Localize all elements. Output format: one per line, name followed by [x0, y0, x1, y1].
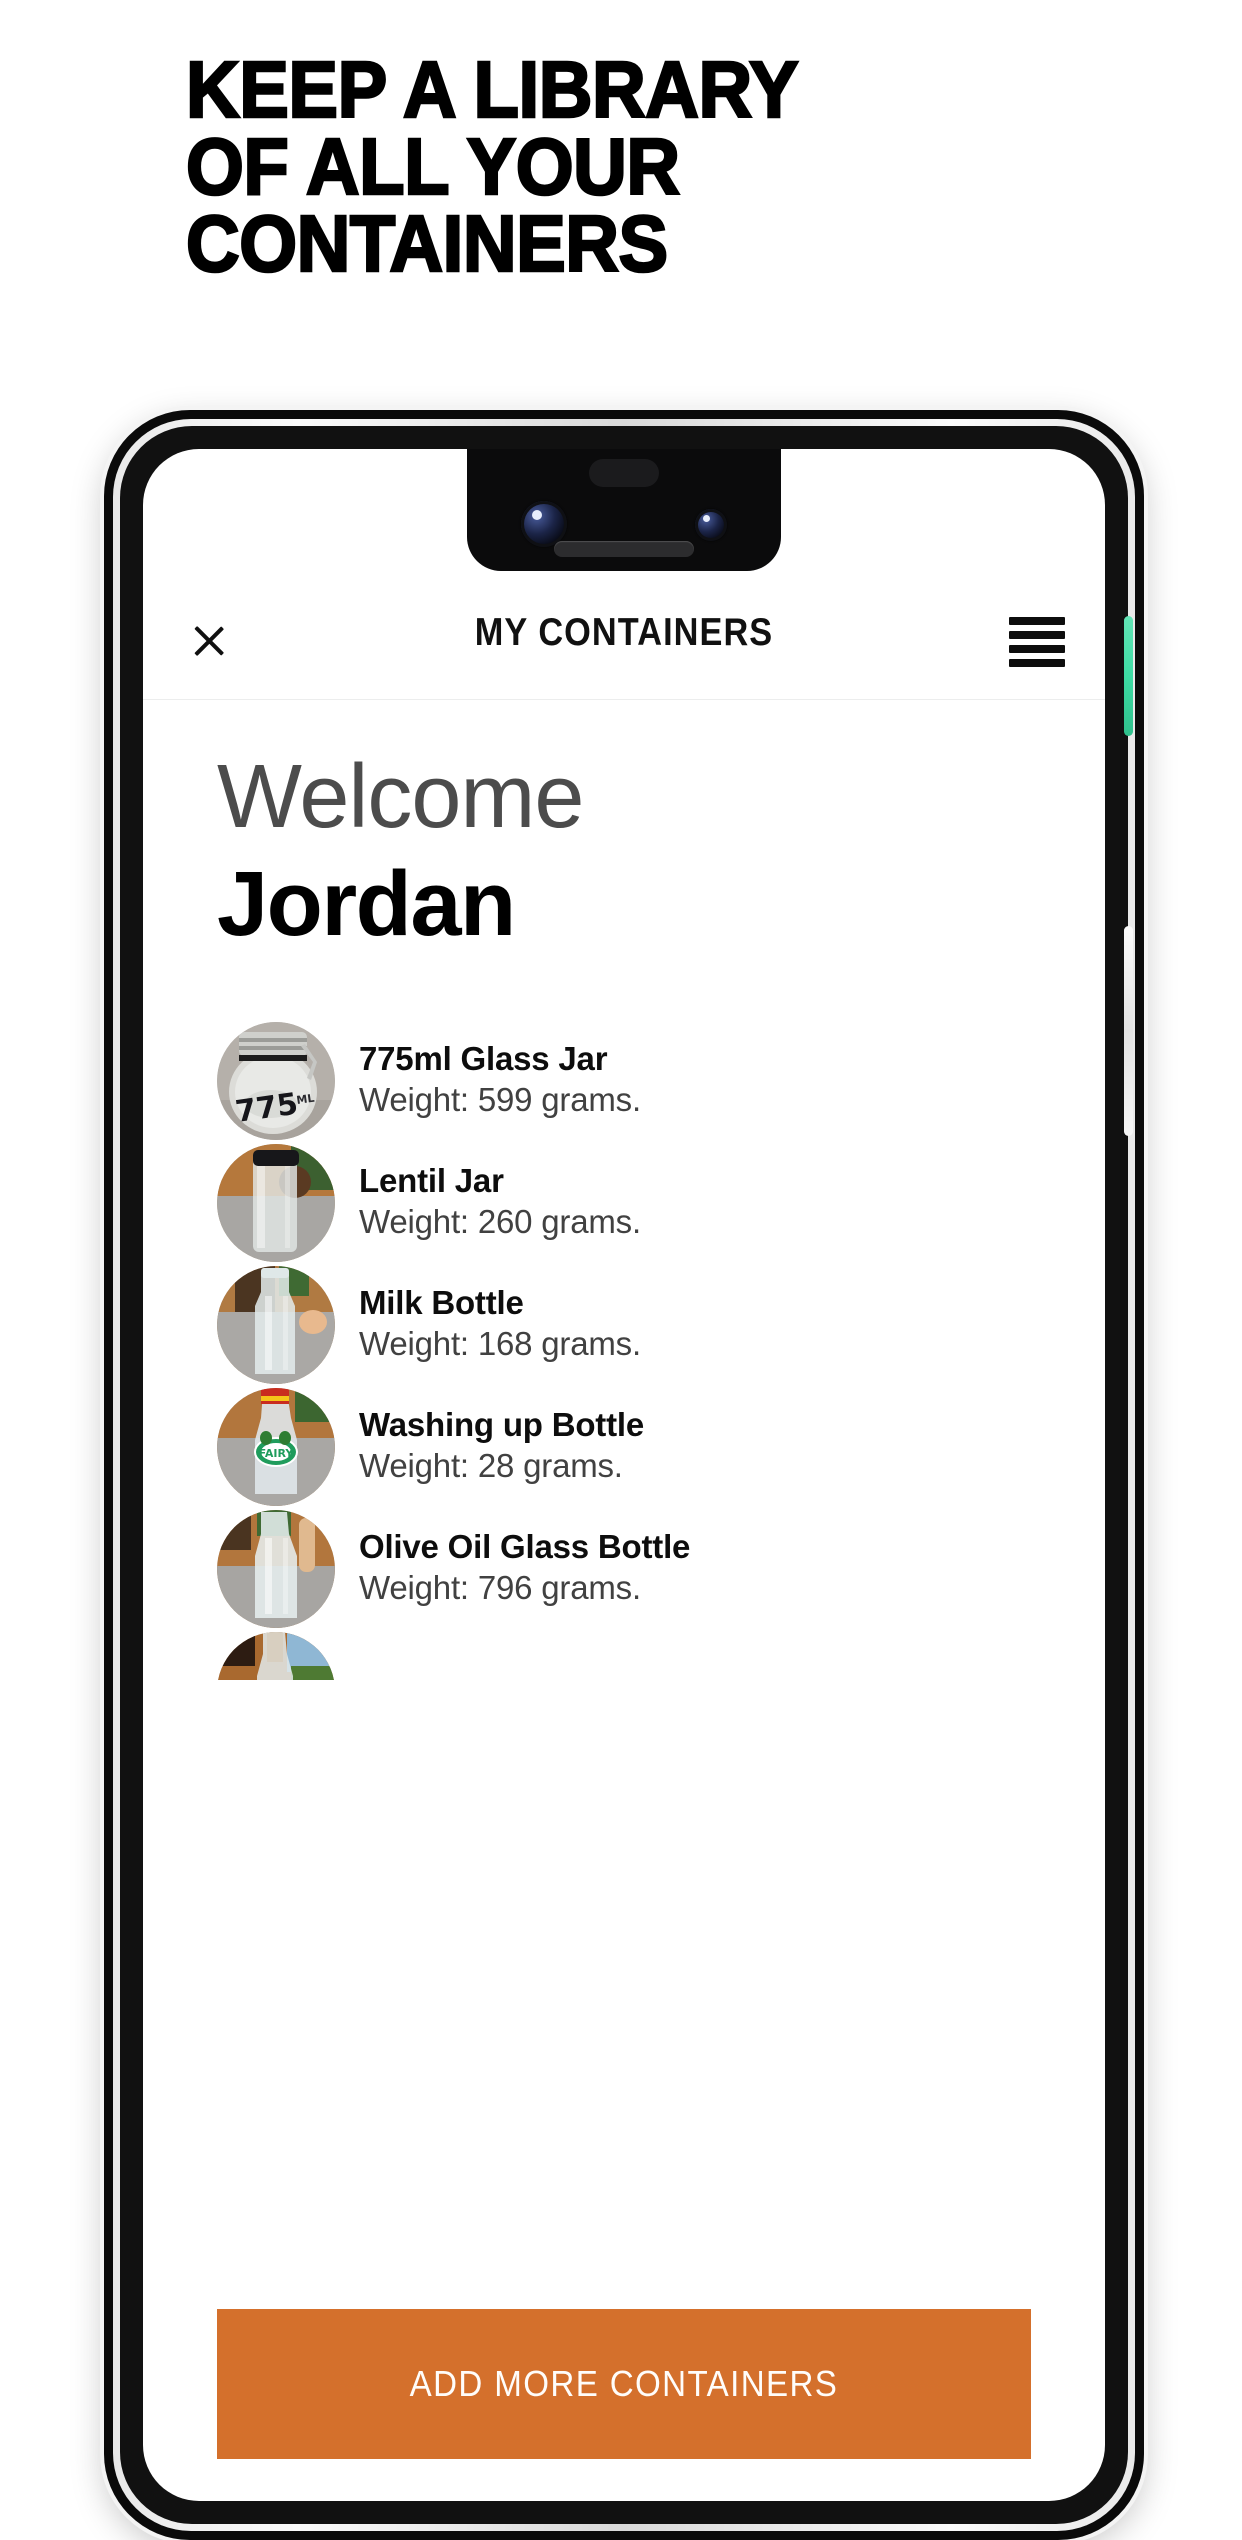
- container-name: Washing up Bottle: [359, 1406, 645, 1444]
- add-more-containers-button[interactable]: ADD MORE CONTAINERS: [217, 2309, 1031, 2459]
- container-weight: Weight: 599 grams.: [359, 1081, 641, 1119]
- welcome-user-name: Jordan: [217, 853, 516, 955]
- hamburger-bar: [1009, 617, 1065, 625]
- welcome-greeting: Welcome: [217, 747, 584, 847]
- list-item[interactable]: 775 ML 775ml Glass Jar Weight: 599 grams…: [143, 1020, 1105, 1142]
- list-item[interactable]: [143, 1630, 1105, 1680]
- lentil-jar-photo: [217, 1144, 335, 1262]
- marketing-headline: KEEP A LIBRARY OF ALL YOUR CONTAINERS: [185, 45, 986, 288]
- hamburger-bar: [1009, 645, 1065, 653]
- list-item-text: Lentil Jar Weight: 260 grams.: [359, 1162, 641, 1244]
- container-name: 775ml Glass Jar: [359, 1040, 608, 1078]
- list-item[interactable]: Milk Bottle Weight: 168 grams.: [143, 1264, 1105, 1386]
- list-item[interactable]: Lentil Jar Weight: 260 grams.: [143, 1142, 1105, 1264]
- power-button[interactable]: [1124, 616, 1133, 736]
- page-title: MY CONTAINERS: [474, 611, 774, 654]
- phone-notch: [467, 449, 781, 571]
- container-weight: Weight: 168 grams.: [359, 1325, 641, 1363]
- front-camera-secondary-icon: [695, 509, 727, 541]
- container-name: Milk Bottle: [359, 1284, 524, 1322]
- list-item-text: 775ml Glass Jar Weight: 599 grams.: [359, 1040, 641, 1122]
- list-item-text: Washing up Bottle Weight: 28 grams.: [359, 1406, 644, 1488]
- proximity-sensor-icon: [589, 459, 659, 487]
- list-item[interactable]: Olive Oil Glass Bottle Weight: 796 grams…: [143, 1508, 1105, 1630]
- container-weight: Weight: 796 grams.: [359, 1569, 641, 1607]
- app-header: MY CONTAINERS: [143, 591, 1105, 700]
- list-item-text: Milk Bottle Weight: 168 grams.: [359, 1284, 641, 1366]
- partial-bottle-photo: [217, 1632, 335, 1680]
- hamburger-bar: [1009, 659, 1065, 667]
- list-item[interactable]: FAIRY Washing up Bottle Weight: 28 grams…: [143, 1386, 1105, 1508]
- phone-screen: MY CONTAINERS Welcome Jordan 775 ML 775m…: [143, 449, 1105, 2501]
- hamburger-bar: [1009, 631, 1065, 639]
- olive-oil-bottle-photo: [217, 1510, 335, 1628]
- headline-line-3: CONTAINERS: [185, 198, 670, 288]
- earpiece-speaker-icon: [554, 541, 694, 557]
- glass-jar-775ml-photo: 775 ML: [217, 1022, 335, 1140]
- washing-up-bottle-photo: FAIRY: [217, 1388, 335, 1506]
- svg-text:ML: ML: [296, 1092, 316, 1107]
- svg-text:FAIRY: FAIRY: [259, 1447, 295, 1460]
- welcome-block: Welcome Jordan: [217, 747, 584, 955]
- phone-frame: MY CONTAINERS Welcome Jordan 775 ML 775m…: [120, 426, 1133, 2524]
- container-weight: Weight: 260 grams.: [359, 1203, 641, 1241]
- container-name: Lentil Jar: [359, 1162, 504, 1200]
- headline-line-2: OF ALL YOUR: [185, 121, 682, 211]
- volume-rocker-button[interactable]: [1124, 926, 1133, 1136]
- hamburger-menu-icon[interactable]: [1009, 617, 1065, 667]
- add-more-containers-label: ADD MORE CONTAINERS: [409, 2363, 839, 2404]
- milk-bottle-photo: [217, 1266, 335, 1384]
- app-content: Welcome Jordan 775 ML 775ml Glass Jar We…: [143, 700, 1105, 2501]
- list-item-text: Olive Oil Glass Bottle Weight: 796 grams…: [359, 1528, 690, 1610]
- phone-mockup: MY CONTAINERS Welcome Jordan 775 ML 775m…: [104, 410, 1144, 2540]
- container-weight: Weight: 28 grams.: [359, 1447, 623, 1485]
- container-name: Olive Oil Glass Bottle: [359, 1528, 691, 1566]
- container-list[interactable]: 775 ML 775ml Glass Jar Weight: 599 grams…: [143, 1020, 1105, 1680]
- headline-line-1: KEEP A LIBRARY: [185, 45, 800, 134]
